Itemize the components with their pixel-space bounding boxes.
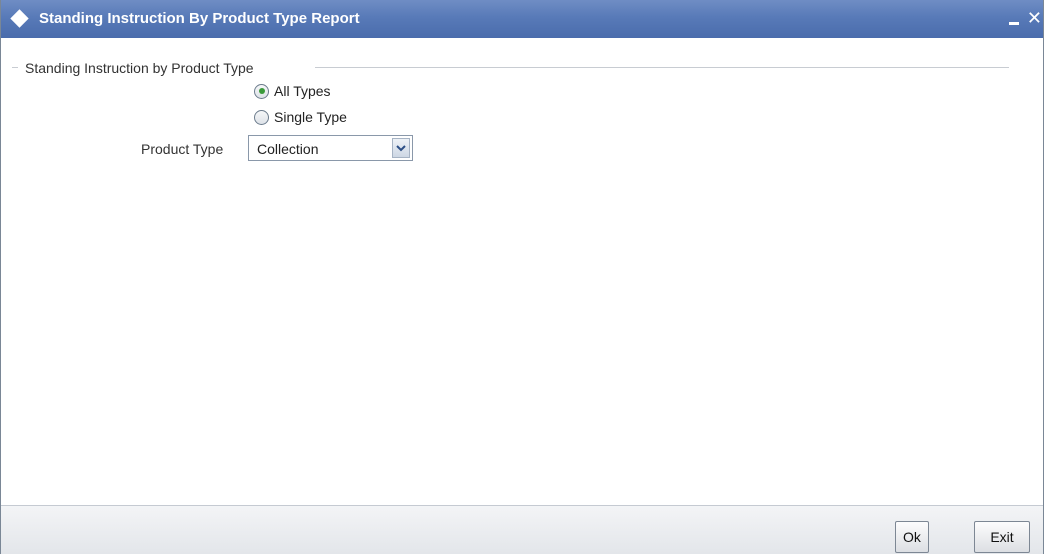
groupbox-divider-left <box>12 67 18 68</box>
all-types-radio[interactable] <box>254 83 269 99</box>
footer-bar: Ok Exit <box>1 505 1043 554</box>
product-type-select[interactable]: Collection <box>248 135 413 161</box>
exit-button[interactable]: Exit <box>974 521 1030 553</box>
product-type-value: Collection <box>257 141 319 157</box>
single-type-label: Single Type <box>274 109 347 125</box>
ok-button[interactable]: Ok <box>895 521 929 553</box>
product-type-label: Product Type <box>141 141 224 157</box>
window-title: Standing Instruction By Product Type Rep… <box>39 10 360 27</box>
chevron-down-icon[interactable] <box>392 138 410 158</box>
all-types-option[interactable]: All Types <box>254 82 331 100</box>
groupbox-legend: Standing Instruction by Product Type <box>25 60 254 76</box>
minimize-icon[interactable] <box>1009 22 1019 25</box>
all-types-label: All Types <box>274 83 331 99</box>
title-bar[interactable]: Standing Instruction By Product Type Rep… <box>1 0 1043 38</box>
diamond-icon <box>10 9 29 28</box>
report-window: Standing Instruction By Product Type Rep… <box>0 0 1044 554</box>
single-type-option[interactable]: Single Type <box>254 108 347 126</box>
close-icon[interactable]: ✕ <box>1027 9 1042 27</box>
single-type-radio[interactable] <box>254 109 269 125</box>
groupbox-divider-right <box>315 67 1009 68</box>
